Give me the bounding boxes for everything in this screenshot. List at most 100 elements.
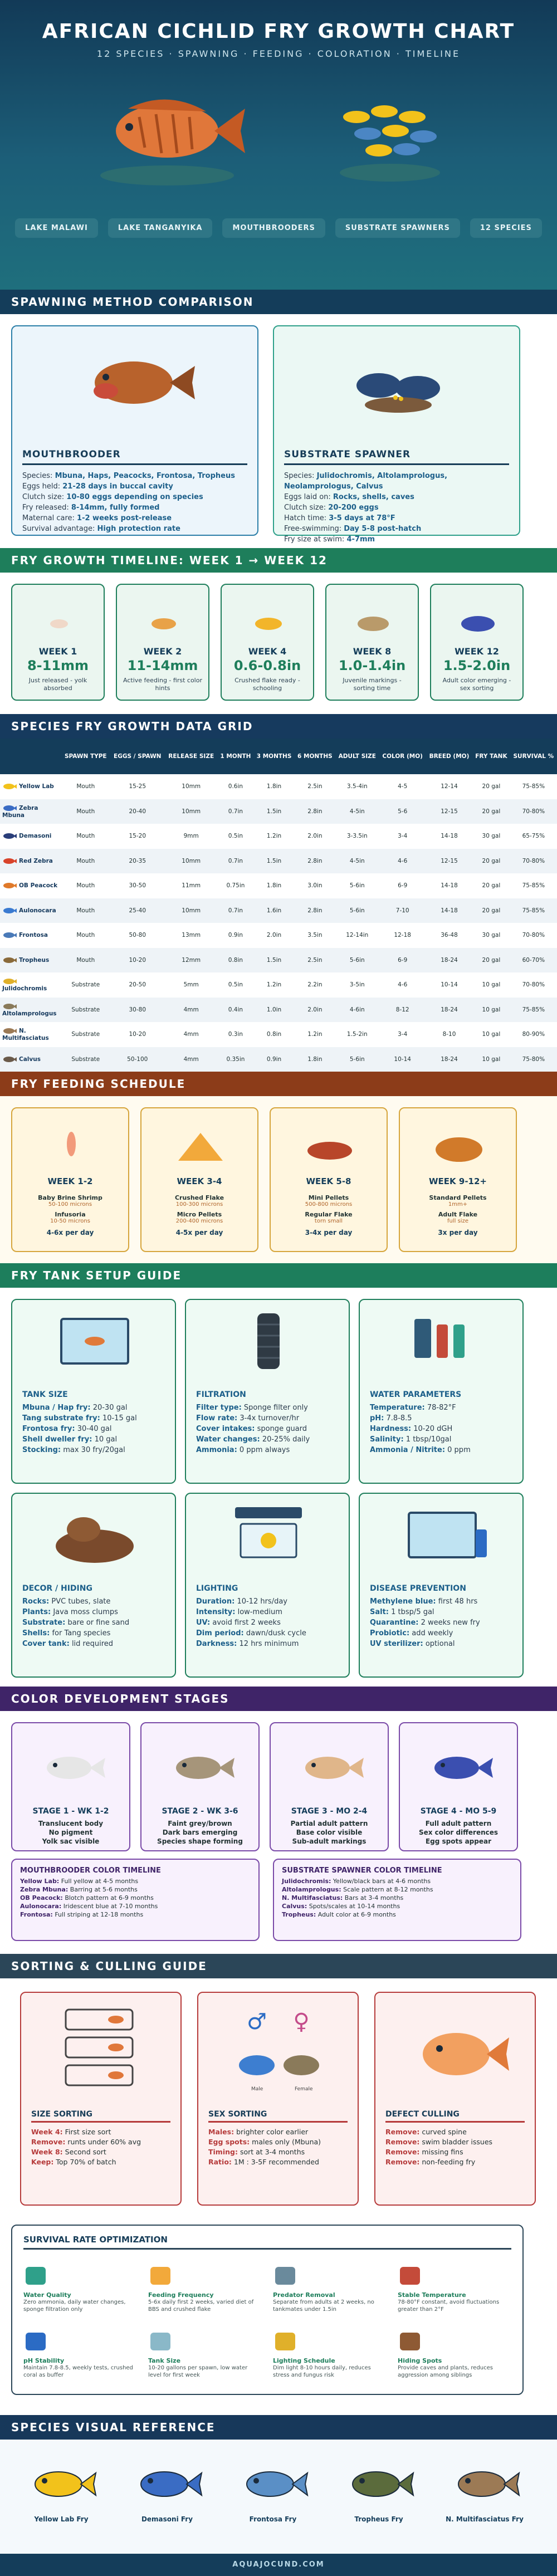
table-cell: 0.6in bbox=[228, 783, 243, 790]
table-cell: 15-20 bbox=[129, 833, 146, 840]
table-row: Frontosa Mouth 50-80 13mm 0.9in 2.0in 3.5in 12-… bbox=[0, 923, 557, 948]
column-header bbox=[0, 739, 61, 774]
table-cell: 10 gal bbox=[472, 997, 510, 1022]
timeline-stage: WEEK 4 0.6-0.8in Crushed flake ready - sch… bbox=[221, 584, 314, 701]
table-cell: 6-9 bbox=[398, 882, 408, 889]
table-cell: 18-24 bbox=[426, 947, 473, 972]
table-cell: Mouth bbox=[76, 932, 95, 939]
thermometer-icon bbox=[400, 2267, 420, 2285]
adult-cichlid-icon bbox=[100, 99, 245, 185]
table-cell: 0.5in bbox=[228, 981, 243, 989]
table-cell: 70-80% bbox=[522, 981, 545, 989]
table-cell: 0.75in bbox=[226, 882, 245, 889]
tank-section: TANK SIZE Mbuna / Hap fry: 20-30 gal Tang … bbox=[0, 1288, 557, 1687]
fry-icon bbox=[358, 617, 389, 631]
table-cell: 20 gal bbox=[482, 783, 501, 790]
tag-list: LAKE MALAWI LAKE TANGANYIKA MOUTHBROODER… bbox=[0, 218, 557, 238]
stage-fish-icon bbox=[434, 1757, 493, 1779]
tank-line: Mbuna / Hap fry: 20-30 gal bbox=[22, 1404, 128, 1412]
table-cell: 12-15 bbox=[426, 799, 473, 824]
feeding-stage: WEEK 9-12+ Standard Pellets 1mm+ Adult Flak… bbox=[399, 1107, 517, 1252]
table-cell: 60-70% bbox=[510, 947, 557, 972]
sorting-section: SIZE SORTING Week 4: First size sort Rem… bbox=[0, 1978, 557, 2415]
table-cell: 3-4 bbox=[398, 1031, 408, 1038]
tank-icon bbox=[150, 2333, 170, 2350]
table-cell: 50-100 bbox=[110, 1047, 165, 1072]
table-cell: 10mm bbox=[182, 783, 201, 790]
table-cell: 10-14 bbox=[379, 1047, 426, 1072]
tag-lake-tanganyika: LAKE TANGANYIKA bbox=[108, 218, 213, 238]
table-cell: 10mm bbox=[164, 898, 218, 923]
flake-pile-icon bbox=[178, 1133, 223, 1161]
survival-item: pH Stability Maintain 7.8-8.5, weekly tes… bbox=[23, 2330, 135, 2379]
table-cell: 20 gal bbox=[472, 898, 510, 923]
species-name-cell: Red Zebra bbox=[0, 848, 61, 873]
table-cell: 5-6in bbox=[335, 1047, 379, 1072]
table-row: Tropheus Mouth 10-20 12mm 0.8in 1.5in 2.5in 5-6… bbox=[0, 947, 557, 972]
table-row: N. Multifasciatus Substrate 10-20 4mm 0.3in 0… bbox=[0, 1022, 557, 1047]
species-name-cell: Zebra Mbuna bbox=[0, 799, 61, 824]
species-fish-icon bbox=[3, 784, 17, 790]
tank-line: Cover tank: lid required bbox=[22, 1640, 114, 1648]
table-row: Zebra Mbuna Mouth 20-40 10mm 0.7in 1.5in 2.8in… bbox=[0, 799, 557, 824]
table-cell: 10mm bbox=[164, 799, 218, 824]
table-header-row: SPAWN TYPE EGGS / SPAWN RELEASE SIZE 1 MONT… bbox=[0, 739, 557, 774]
table-cell: 75-85% bbox=[522, 882, 545, 889]
substrate-card: SUBSTRATE SPAWNER Species: Julidochromis… bbox=[273, 325, 520, 544]
survival-item: Tank Size 10-20 gallons per spawn, low wa… bbox=[148, 2330, 260, 2379]
table-cell: 14-18 bbox=[441, 833, 458, 840]
species-name-cell: Demasoni bbox=[0, 824, 61, 849]
table-cell: 1.8in bbox=[294, 1047, 336, 1072]
table-cell: 7-10 bbox=[379, 898, 426, 923]
column-header: FRY TANK bbox=[472, 739, 510, 774]
table-cell: 2.8in bbox=[294, 848, 336, 873]
stage-fish-icon bbox=[305, 1757, 364, 1779]
table-cell: 70-80% bbox=[510, 848, 557, 873]
tank-line: Filter type: Sponge filter only bbox=[196, 1404, 308, 1412]
light-fixture-icon bbox=[235, 1507, 302, 1558]
tank-line: Darkness: 12 hrs minimum bbox=[196, 1640, 299, 1648]
table-cell: 6-9 bbox=[379, 947, 426, 972]
tank-line: Quarantine: 2 weeks new fry bbox=[370, 1619, 480, 1627]
table-cell: 0.7in bbox=[217, 799, 254, 824]
table-cell: 70-80% bbox=[522, 932, 545, 939]
table-cell: 0.9in bbox=[228, 932, 243, 939]
species-fish-icon bbox=[3, 805, 17, 811]
table-cell: 8-12 bbox=[379, 997, 426, 1022]
table-cell: 18-24 bbox=[426, 1047, 473, 1072]
table-cell: 2.0in bbox=[294, 997, 336, 1022]
table-row: Red Zebra Mouth 20-35 10mm 0.7in 1.5in 2.8in 4-… bbox=[0, 848, 557, 873]
page-subtitle: 12 SPECIES · SPAWNING · FEEDING · COLORA… bbox=[96, 48, 461, 59]
species-fish-icon bbox=[3, 1003, 17, 1009]
color-stage-card: STAGE 1 - WK 1-2 Translucent body No pigme… bbox=[11, 1722, 130, 1851]
table-cell: 4-5in bbox=[335, 799, 379, 824]
species-fry-icon bbox=[246, 2471, 309, 2497]
page-title: AFRICAN CICHLID FRY GROWTH CHART bbox=[42, 20, 515, 43]
survival-item: Lighting Schedule Dim light 8-10 hours da… bbox=[273, 2330, 384, 2379]
tank-line: Flow rate: 3-4x turnover/hr bbox=[196, 1414, 300, 1423]
table-cell: 14-18 bbox=[441, 882, 458, 889]
table-cell: 5-6 bbox=[379, 799, 426, 824]
table-cell: 11mm bbox=[182, 882, 201, 889]
table-cell: 0.8in bbox=[266, 1031, 282, 1038]
tank-line: Tang substrate fry: 10-15 gal bbox=[22, 1414, 137, 1423]
table-cell: 18-24 bbox=[426, 997, 473, 1022]
tank-line: UV: avoid first 2 weeks bbox=[196, 1619, 281, 1627]
species-name-cell: Tropheus bbox=[0, 947, 61, 972]
tank-line: Intensity: low-medium bbox=[196, 1608, 282, 1616]
species-name-cell: Calvus bbox=[0, 1047, 61, 1072]
color-section-title: COLOR DEVELOPMENT STAGES bbox=[0, 1687, 557, 1711]
table-cell: 20 gal bbox=[482, 882, 501, 889]
species-reference-item: Yellow Lab Fry bbox=[17, 2462, 106, 2523]
sub-line: Free-swimming: Day 5-8 post-hatch bbox=[284, 525, 422, 533]
species-fish-icon bbox=[3, 932, 17, 938]
mouthbrooder-color-timeline: MOUTHBROODER COLOR TIMELINE Yellow Lab: … bbox=[11, 1859, 260, 1941]
table-cell: Mouth bbox=[61, 898, 110, 923]
footer-site: AQUAJOCUND.COM bbox=[0, 2554, 557, 2576]
decor-hiding-card: DECOR / HIDING Rocks: PVC tubes, slate Pla… bbox=[11, 1493, 176, 1678]
sub-line: Fry size at swim: 4-7mm bbox=[284, 535, 375, 544]
table-cell: 12-18 bbox=[394, 932, 411, 939]
table-cell: Mouth bbox=[76, 783, 95, 790]
table-cell: 25-40 bbox=[110, 898, 165, 923]
table-cell: 5-6in bbox=[349, 882, 365, 889]
